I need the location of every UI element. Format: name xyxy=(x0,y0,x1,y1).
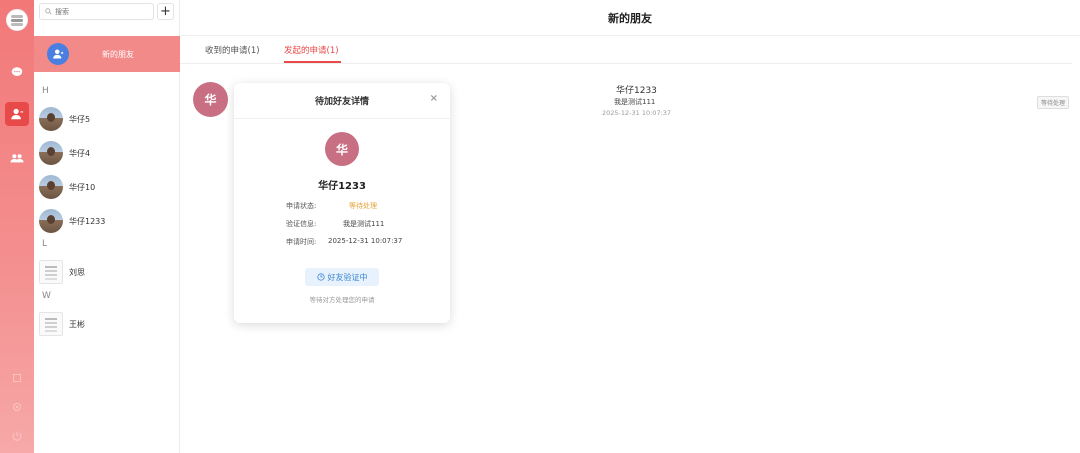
tab-active-indicator xyxy=(284,61,341,63)
tab-divider xyxy=(180,63,1072,64)
tab-sent[interactable]: 发起的申请(1) xyxy=(284,44,339,56)
contact-item[interactable]: 华仔10 xyxy=(39,174,177,200)
request-time: 2025-12-31 10:07:37 xyxy=(602,109,672,117)
search-icon xyxy=(45,8,52,15)
field-label: 申请状态: xyxy=(286,202,317,210)
field-label: 验证信息: xyxy=(286,220,317,228)
modal-title: 待加好友详情 xyxy=(314,97,369,107)
add-friend-button[interactable]: + xyxy=(157,3,174,20)
request-avatar[interactable]: 华 xyxy=(193,82,228,117)
add-user-icon xyxy=(53,49,64,59)
field-value: 我是测试111 xyxy=(343,220,385,228)
chat-icon[interactable] xyxy=(5,60,29,84)
field-value: 2025-12-31 10:07:37 xyxy=(328,237,403,245)
new-friends-avatar xyxy=(47,43,69,65)
avatar xyxy=(39,260,63,284)
group-letter: H xyxy=(42,86,49,96)
modal-avatar: 华 xyxy=(325,132,359,166)
group-letter: L xyxy=(42,239,48,249)
search-box[interactable] xyxy=(39,3,154,20)
search-input[interactable] xyxy=(55,7,150,16)
close-icon[interactable]: × xyxy=(430,93,438,104)
avatar xyxy=(39,141,63,165)
contact-item[interactable]: 华仔1233 xyxy=(39,208,177,234)
bottom-icon-2[interactable] xyxy=(5,395,29,419)
avatar xyxy=(39,175,63,199)
contact-item[interactable]: 刘思 xyxy=(39,259,177,285)
contact-name: 华仔10 xyxy=(69,182,96,192)
field-value: 等待处理 xyxy=(349,202,377,210)
avatar xyxy=(39,107,63,131)
contact-name: 华仔5 xyxy=(69,114,91,124)
field-label: 申请时间: xyxy=(286,238,317,246)
contact-name: 华仔1233 xyxy=(69,216,106,226)
bottom-icon-1[interactable] xyxy=(5,366,29,390)
avatar xyxy=(39,312,63,336)
tab-received[interactable]: 收到的申请(1) xyxy=(205,44,260,56)
contact-name: 王彬 xyxy=(69,319,85,329)
clock-icon xyxy=(316,273,325,281)
badge-label: 好友验证中 xyxy=(327,272,368,282)
group-letter: W xyxy=(42,291,51,301)
app-logo[interactable] xyxy=(6,9,28,31)
request-name: 华仔1233 xyxy=(616,86,657,96)
modal-hint: 等待对方处理您的申请 xyxy=(309,296,375,304)
contacts-panel: + 新的朋友 H 华仔5 华仔4 华仔10 华仔1233 L 刘思 W 王彬 xyxy=(34,0,180,453)
modal-name: 华仔1233 xyxy=(318,181,366,192)
new-friends-item[interactable]: 新的朋友 xyxy=(34,36,180,72)
new-friends-label: 新的朋友 xyxy=(102,49,134,59)
contact-item[interactable]: 华仔5 xyxy=(39,106,177,132)
modal-header: 待加好友详情 × xyxy=(234,83,450,119)
request-message: 我是测试111 xyxy=(614,98,656,106)
tab-bar: 收到的申请(1) 发起的申请(1) xyxy=(180,36,1080,64)
verification-badge: 好友验证中 xyxy=(305,268,379,286)
group-icon[interactable] xyxy=(5,146,29,170)
contacts-icon[interactable] xyxy=(5,102,29,126)
power-icon[interactable] xyxy=(5,424,29,448)
avatar xyxy=(39,209,63,233)
pending-friend-modal: 待加好友详情 × 华 华仔1233 申请状态: 等待处理 验证信息: 我是测试1… xyxy=(234,83,450,323)
contact-name: 刘思 xyxy=(69,267,85,277)
status-badge: 等待处理 xyxy=(1037,96,1070,109)
contact-item[interactable]: 王彬 xyxy=(39,311,177,337)
left-rail xyxy=(0,0,34,453)
page-title: 新的朋友 xyxy=(180,0,1080,36)
contact-name: 华仔4 xyxy=(69,148,91,158)
contact-item[interactable]: 华仔4 xyxy=(39,140,177,166)
